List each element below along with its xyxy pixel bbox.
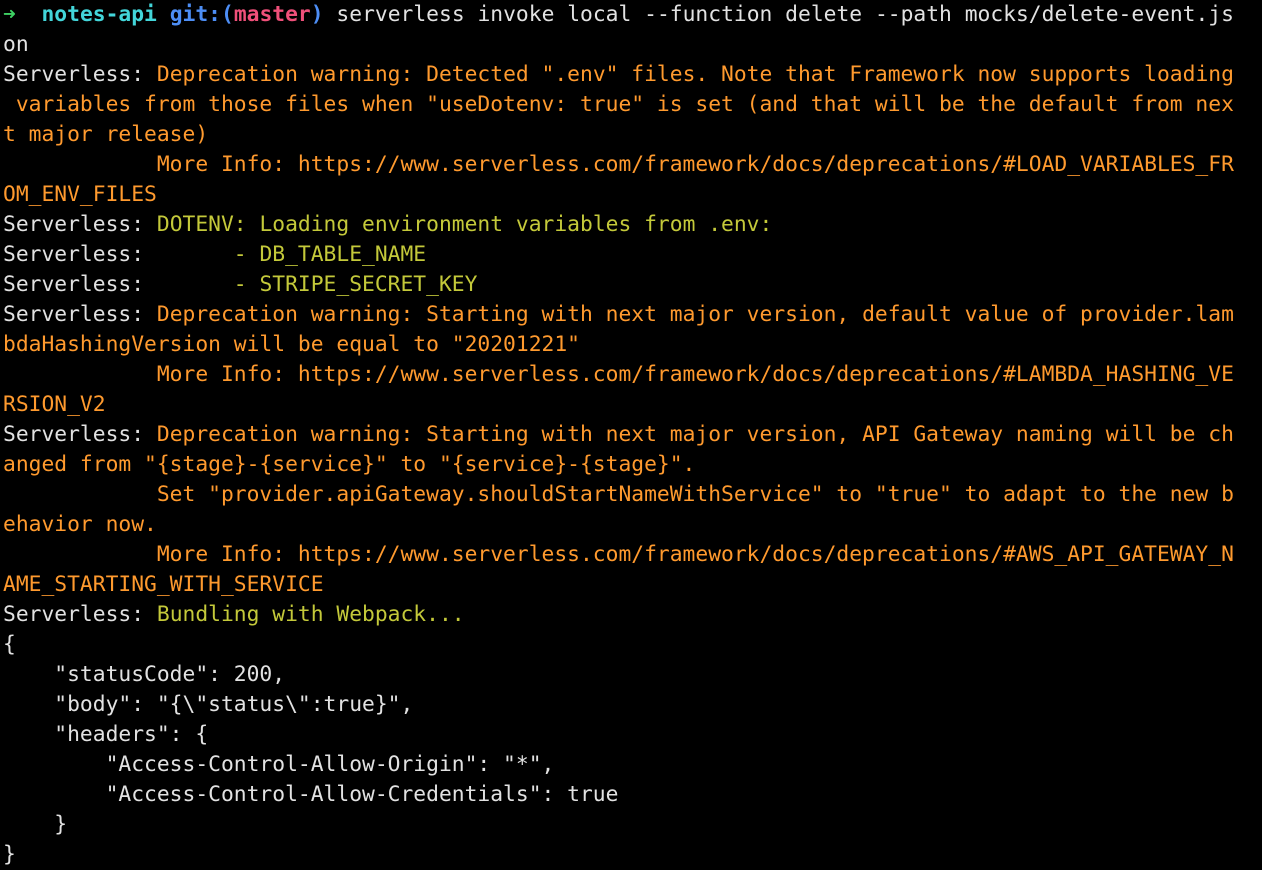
output-line: Set "provider.apiGateway.shouldStartName… (3, 480, 1262, 510)
serverless-prefix: Serverless: (3, 302, 157, 327)
json-status-code: "statusCode": 200, (3, 662, 286, 687)
command-text: serverless invoke local --function delet… (336, 2, 1234, 27)
dotenv-loading: DOTENV: Loading environment variables fr… (156, 212, 773, 237)
output-line: Serverless: Deprecation warning: Startin… (3, 420, 1262, 450)
json-open-brace: { (3, 632, 16, 657)
json-allow-credentials: "Access-Control-Allow-Credentials": true (3, 782, 619, 807)
lambda-more-info-wrap: RSION_V2 (3, 392, 106, 417)
serverless-prefix: Serverless: (3, 62, 157, 87)
apigw-set-hint: Set "provider.apiGateway.shouldStartName… (3, 482, 1234, 507)
output-line: ehavior now. (3, 510, 1262, 540)
dotenv-warning: Deprecation warning: Detected ".env" fil… (156, 62, 1234, 87)
apigw-more-info-wrap: AME_STARTING_WITH_SERVICE (3, 572, 324, 597)
output-line: anged from "{stage}-{service}" to "{serv… (3, 450, 1262, 480)
output-line: t major release) (3, 120, 1262, 150)
json-body: "body": "{\"status\":true}", (3, 692, 414, 717)
lambda-warning-wrap: bdaHashingVersion will be equal to "2020… (3, 332, 580, 357)
serverless-prefix: Serverless: (3, 272, 221, 297)
output-line: More Info: https://www.serverless.com/fr… (3, 360, 1262, 390)
output-line: AME_STARTING_WITH_SERVICE (3, 570, 1262, 600)
output-line: Serverless: - STRIPE_SECRET_KEY (3, 270, 1262, 300)
terminal-window[interactable]: ➜ notes-api git:(master) serverless invo… (0, 0, 1262, 867)
apigw-warning: Deprecation warning: Starting with next … (156, 422, 1234, 447)
output-line: Serverless: - DB_TABLE_NAME (3, 240, 1262, 270)
prompt-arrow-icon: ➜ (3, 2, 16, 27)
git-branch: master (233, 2, 311, 27)
json-allow-origin: "Access-Control-Allow-Origin": "*", (3, 752, 555, 777)
dotenv-more-info-wrap: OM_ENV_FILES (3, 182, 157, 207)
output-line: bdaHashingVersion will be equal to "2020… (3, 330, 1262, 360)
prompt-line: ➜ notes-api git:(master) serverless invo… (3, 0, 1262, 30)
lambda-warning: Deprecation warning: Starting with next … (156, 302, 1234, 327)
json-headers-open: "headers": { (3, 722, 209, 747)
output-line: RSION_V2 (3, 390, 1262, 420)
apigw-set-hint-wrap: ehavior now. (3, 512, 157, 537)
dotenv-more-info: More Info: https://www.serverless.com/fr… (3, 152, 1234, 177)
git-label-close: ) (310, 2, 324, 27)
serverless-prefix: Serverless: (3, 422, 157, 447)
current-directory: notes-api (41, 2, 157, 27)
command-wrap-line: on (3, 30, 1262, 60)
env-var-item: - STRIPE_SECRET_KEY (220, 272, 478, 297)
env-var-item: - DB_TABLE_NAME (220, 242, 427, 267)
serverless-prefix: Serverless: (3, 242, 221, 267)
apigw-more-info: More Info: https://www.serverless.com/fr… (3, 542, 1234, 567)
output-line: Serverless: DOTENV: Loading environment … (3, 210, 1262, 240)
output-line: Serverless: Bundling with Webpack... (3, 600, 1262, 630)
json-headers-close: } (3, 812, 68, 837)
output-line: More Info: https://www.serverless.com/fr… (3, 150, 1262, 180)
output-line: variables from those files when "useDote… (3, 90, 1262, 120)
command-text-wrap: on (3, 32, 29, 57)
dotenv-warning-wrap: variables from those files when "useDote… (3, 92, 1234, 117)
output-line: Serverless: Deprecation warning: Detecte… (3, 60, 1262, 90)
bundling-status: Bundling with Webpack... (156, 602, 465, 627)
output-line: Serverless: Deprecation warning: Startin… (3, 300, 1262, 330)
json-close-brace: } (3, 842, 16, 867)
git-label: git:( (169, 2, 234, 27)
dotenv-warning-wrap: t major release) (3, 122, 209, 147)
output-line: OM_ENV_FILES (3, 180, 1262, 210)
serverless-prefix: Serverless: (3, 602, 157, 627)
apigw-warning-wrap: anged from "{stage}-{service}" to "{serv… (3, 452, 696, 477)
lambda-more-info: More Info: https://www.serverless.com/fr… (3, 362, 1234, 387)
output-line: More Info: https://www.serverless.com/fr… (3, 540, 1262, 570)
serverless-prefix: Serverless: (3, 212, 157, 237)
